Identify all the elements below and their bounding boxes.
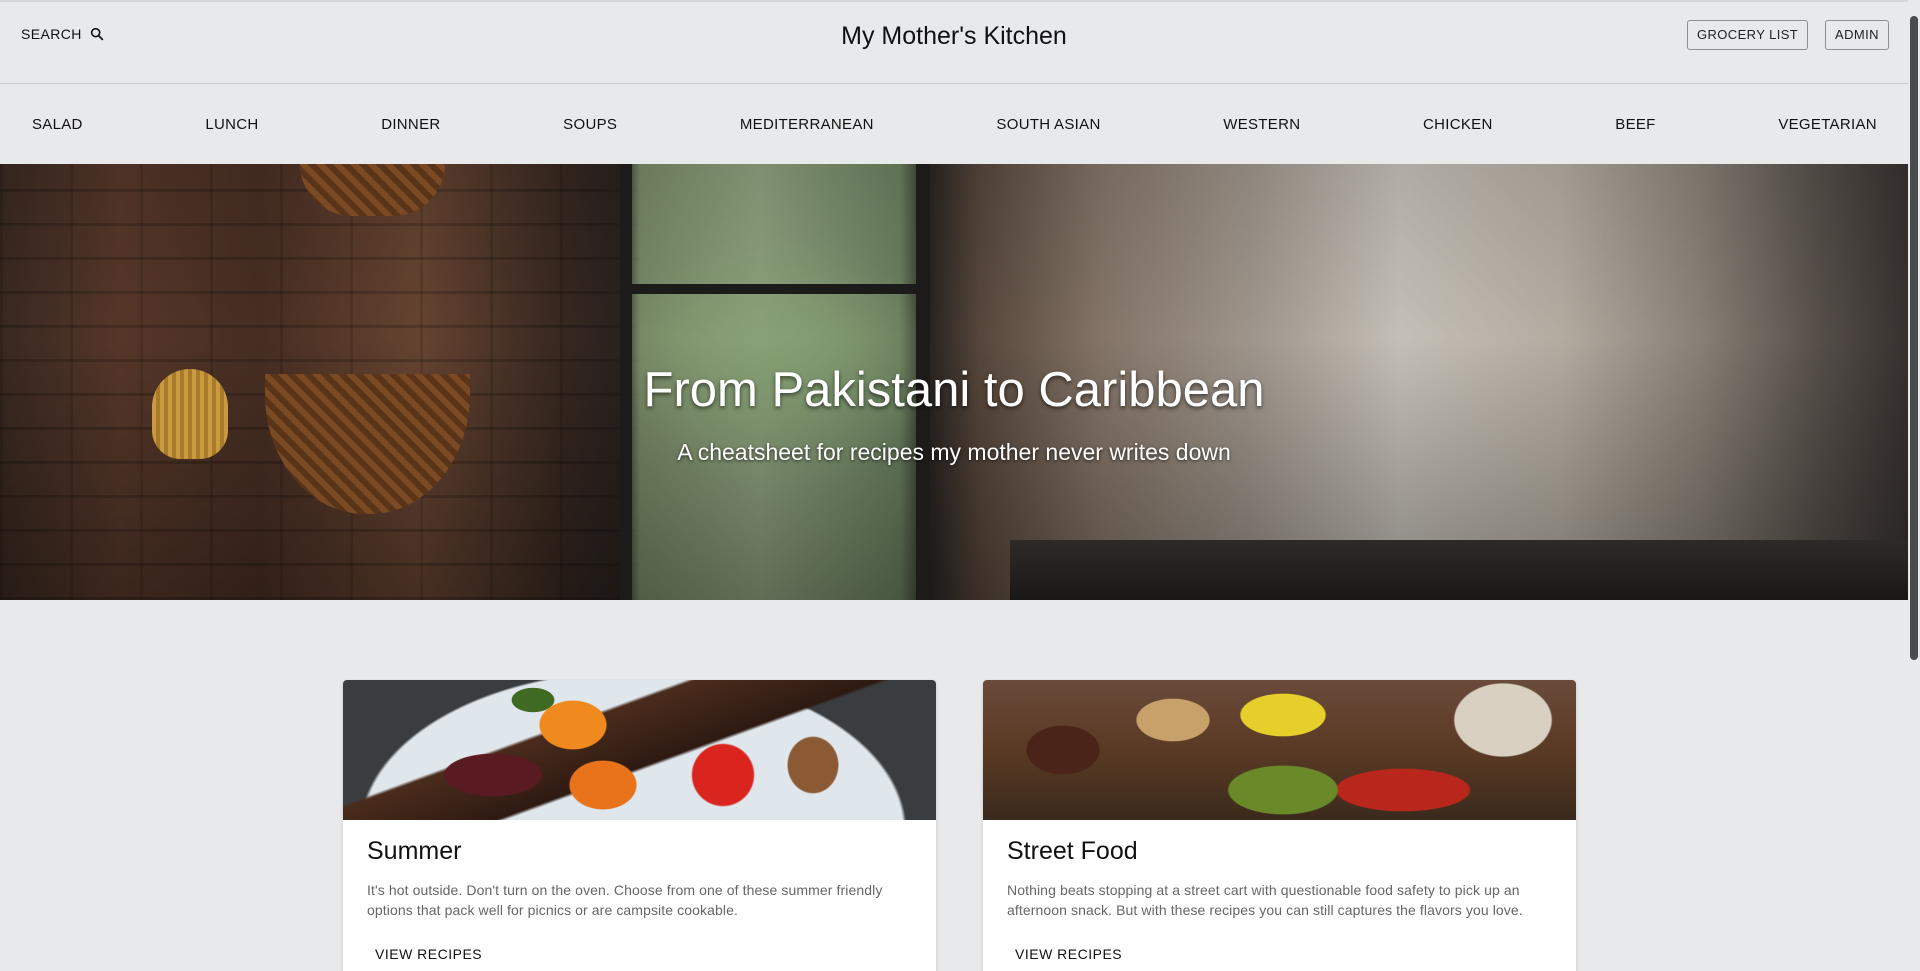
card-body: Summer It's hot outside. Don't turn on t… xyxy=(343,820,936,964)
card-image[interactable] xyxy=(983,680,1576,820)
view-recipes-button[interactable]: VIEW RECIPES xyxy=(1015,946,1122,962)
nav-item-beef[interactable]: BEEF xyxy=(1615,116,1655,133)
top-bar: SEARCH My Mother's Kitchen GROCERY LIST … xyxy=(0,0,1908,84)
nav-item-salad[interactable]: SALAD xyxy=(32,116,83,133)
card-description: Nothing beats stopping at a street cart … xyxy=(1007,882,1523,918)
hero-banner: From Pakistani to Caribbean A cheatsheet… xyxy=(0,164,1908,600)
scrollbar-thumb[interactable] xyxy=(1910,16,1918,660)
card-description: It's hot outside. Don't turn on the oven… xyxy=(367,882,883,918)
hero-title: From Pakistani to Caribbean xyxy=(643,363,1265,417)
nav-item-chicken[interactable]: CHICKEN xyxy=(1423,116,1493,133)
view-recipes-button[interactable]: VIEW RECIPES xyxy=(375,946,482,962)
admin-button[interactable]: ADMIN xyxy=(1825,20,1889,50)
nav-item-western[interactable]: WESTERN xyxy=(1223,116,1300,133)
site-title[interactable]: My Mother's Kitchen xyxy=(0,22,1908,51)
hero-basket-image xyxy=(300,164,445,216)
grocery-list-button[interactable]: GROCERY LIST xyxy=(1687,20,1809,50)
card-title: Summer xyxy=(367,837,462,865)
nav-item-south-asian[interactable]: SOUTH ASIAN xyxy=(996,116,1100,133)
nav-item-mediterranean[interactable]: MEDITERRANEAN xyxy=(740,116,874,133)
nav-item-dinner[interactable]: DINNER xyxy=(381,116,440,133)
card-body: Street Food Nothing beats stopping at a … xyxy=(983,820,1576,964)
nav-item-vegetarian[interactable]: VEGETARIAN xyxy=(1778,116,1877,133)
hero-counter-image xyxy=(1010,540,1908,600)
nav-item-soups[interactable]: SOUPS xyxy=(563,116,617,133)
category-card-summer: Summer It's hot outside. Don't turn on t… xyxy=(343,680,936,971)
nav-item-lunch[interactable]: LUNCH xyxy=(205,116,258,133)
page-scrollbar[interactable] xyxy=(1908,0,1920,971)
card-image[interactable] xyxy=(343,680,936,820)
card-title: Street Food xyxy=(1007,837,1138,865)
category-nav: SALAD LUNCH DINNER SOUPS MEDITERRANEAN S… xyxy=(0,84,1908,164)
hero-subtitle: A cheatsheet for recipes my mother never… xyxy=(677,439,1231,465)
category-card-street-food: Street Food Nothing beats stopping at a … xyxy=(983,680,1576,971)
